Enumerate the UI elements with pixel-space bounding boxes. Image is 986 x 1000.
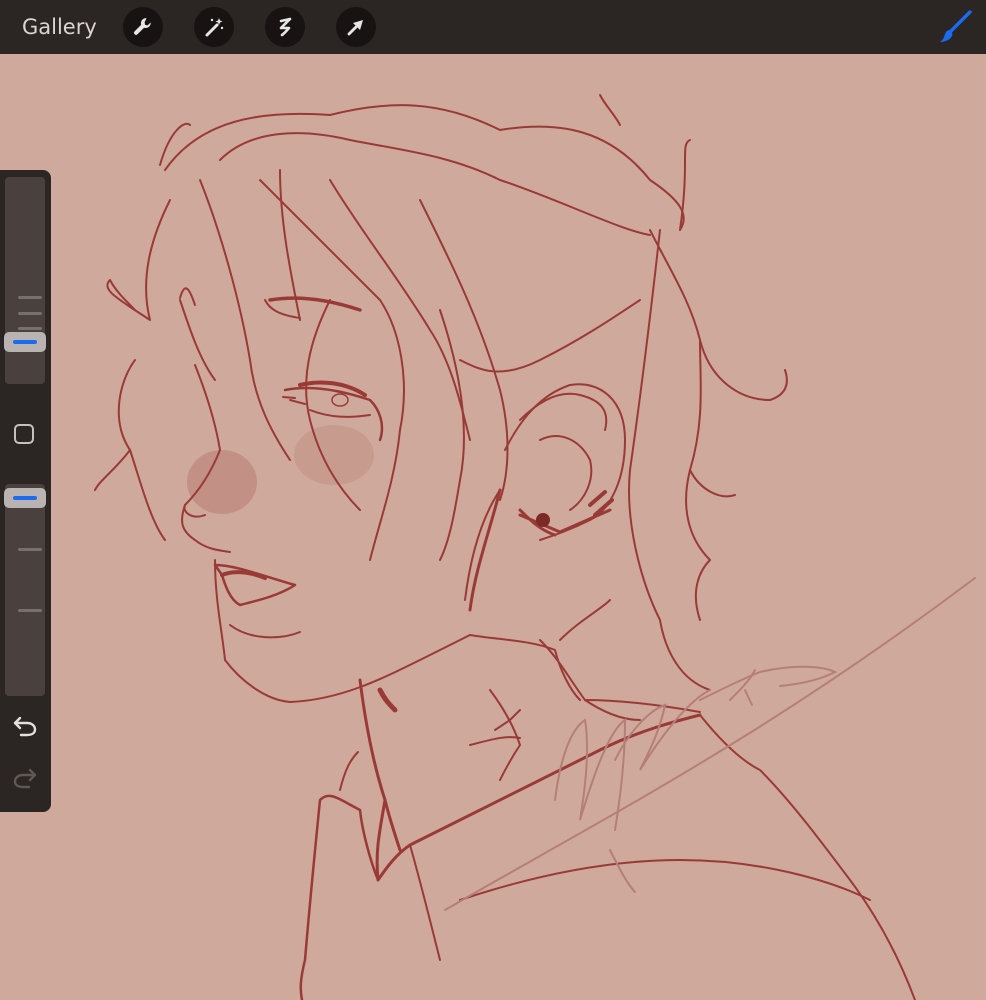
undo-arrow-icon (13, 716, 37, 737)
slider-tick (18, 327, 42, 330)
procreate-app: Gallery (0, 0, 986, 1000)
redo-button[interactable] (11, 764, 39, 792)
actions-button[interactable] (122, 7, 163, 47)
slider-tick (18, 296, 42, 299)
sketch-artwork (94, 94, 976, 1000)
side-toolbar (0, 170, 51, 812)
brush-opacity-thumb[interactable] (4, 488, 46, 508)
brush-opacity-slider[interactable] (5, 484, 45, 696)
adjustments-button[interactable] (193, 7, 234, 47)
wrench-icon (133, 18, 151, 35)
top-toolbar: Gallery (0, 0, 986, 54)
brush-size-slider[interactable] (5, 177, 45, 384)
magic-wand-icon (205, 18, 223, 37)
square-icon[interactable] (14, 424, 34, 444)
arrow-cursor-icon (347, 20, 363, 36)
gallery-button[interactable]: Gallery (22, 15, 97, 39)
slider-tick (18, 548, 42, 551)
slider-tick (18, 609, 42, 612)
undo-button[interactable] (11, 712, 39, 740)
paintbrush-icon (940, 10, 972, 42)
redo-arrow-icon (13, 768, 37, 789)
selection-button[interactable] (264, 7, 305, 47)
slider-tick (18, 312, 42, 315)
brush-size-thumb[interactable] (4, 332, 46, 352)
selection-s-icon (279, 17, 292, 37)
drawing-canvas[interactable] (0, 54, 986, 1000)
transform-button[interactable] (335, 7, 376, 47)
brush-button[interactable] (936, 8, 974, 46)
